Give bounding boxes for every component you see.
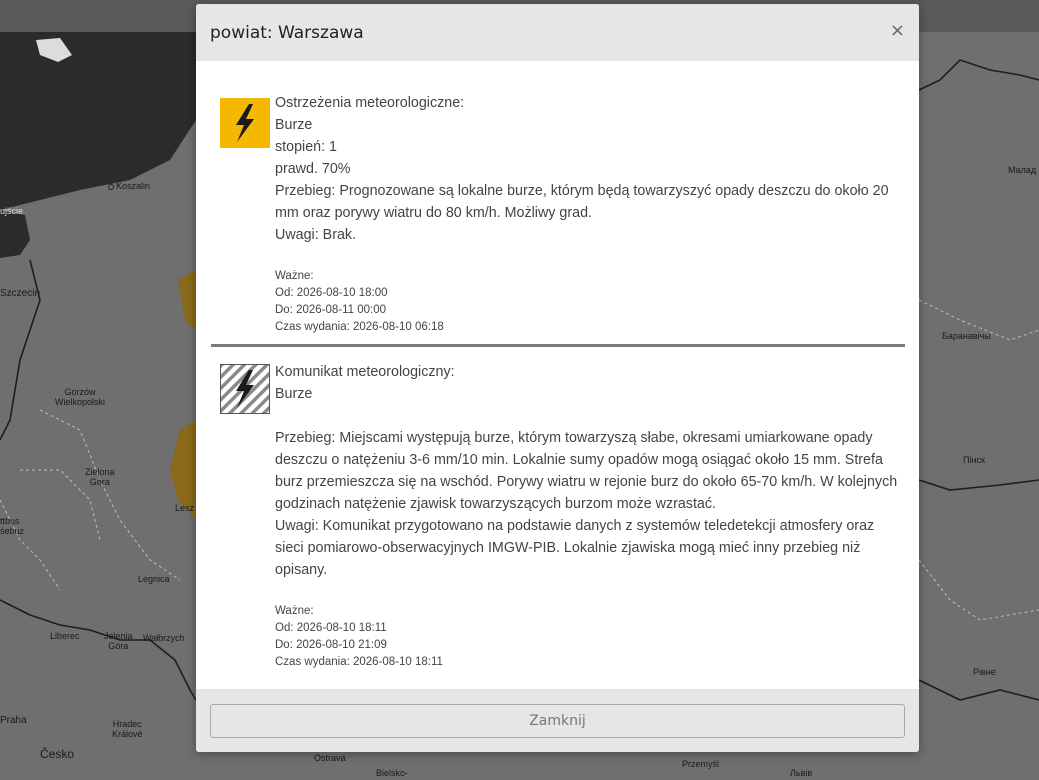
warning-item: Ostrzeżenia meteorologiczne: Burze stopi… [220,92,905,336]
map-label-hradec: Hradec Králové [112,719,143,739]
map-label-leszno: Lesz [175,503,195,513]
warning-text: Komunikat meteorologiczny: Burze Przebie… [275,361,905,581]
modal-title: powiat: Warszawa [210,22,364,43]
map-label-zielona-gora: Zielona Góra [85,467,115,487]
warning-course: Przebieg: Miejscami występują burze, któ… [275,430,898,512]
warning-level: stopień: 1 [275,139,337,155]
map-label-ujscie: ujście [0,206,24,216]
validity-issued: Czas wydania: 2026-08-10 06:18 [275,321,444,333]
warning-type: Ostrzeżenia meteorologiczne: [275,95,465,111]
close-icon[interactable]: × [890,21,905,41]
validity-block: Ważne: Od: 2026-08-10 18:00 Do: 2026-08-… [275,268,905,336]
map-label-liberec: Liberec [50,631,80,641]
separator [211,344,905,347]
warning-probability: prawd. 70% [275,161,351,177]
lightning-icon [220,364,270,414]
map-label-lviv: Львів [790,768,813,778]
validity-to: Do: 2026-08-11 00:00 [275,304,387,316]
close-button[interactable]: Zamknij [210,704,905,738]
map-label-pinsk: Пінск [963,455,985,465]
map-label-przemysl: Przemyśl [682,759,720,769]
map-label-bielsko: Bielsko- [376,768,409,778]
map-label-szczecin: Szczecin [0,288,41,299]
map-label-ostrava: Ostrava [314,753,346,763]
warning-item: Komunikat meteorologiczny: Burze Przebie… [220,361,905,671]
map-label-rivne: Рівне [973,667,996,677]
map-label-cottbus: ttbus śebuz [0,516,25,536]
map-label-koszalin: Koszalin [108,181,150,191]
map-label-praha: Praha [0,715,27,726]
validity-to: Do: 2026-08-10 21:09 [275,639,387,651]
map-label-baranavichy: Баранавічы [942,331,991,341]
validity-issued: Czas wydania: 2026-08-10 18:11 [275,656,443,668]
warning-phenomenon: Burze [275,117,313,133]
warning-text: Ostrzeżenia meteorologiczne: Burze stopi… [275,92,905,246]
validity-from: Od: 2026-08-10 18:11 [275,622,387,634]
warning-remarks: Uwagi: Brak. [275,227,357,243]
warning-phenomenon: Burze [275,386,313,402]
validity-heading: Ważne: [275,605,314,617]
modal-footer: Zamknij [196,689,919,752]
validity-from: Od: 2026-08-10 18:00 [275,287,388,299]
map-label-malad: Малад [1008,165,1037,175]
lightning-icon [220,98,270,148]
warning-modal: powiat: Warszawa × Ostrzeżenia meteorolo… [196,4,919,752]
modal-body[interactable]: Ostrzeżenia meteorologiczne: Burze stopi… [196,61,919,689]
modal-header: powiat: Warszawa × [196,4,919,61]
map-label-gorzow: Gorzów Wielkopolski [55,387,106,407]
map-label-legnica: Legnica [138,574,170,584]
map-label-cesko: Česko [40,747,75,761]
warning-type: Komunikat meteorologiczny: [275,364,455,380]
map-label-walbrzych: Wałbrzych [143,633,185,643]
validity-heading: Ważne: [275,270,314,282]
validity-block: Ważne: Od: 2026-08-10 18:11 Do: 2026-08-… [275,603,905,671]
map-label-jelenia-gora: Jelenia Góra [104,631,133,651]
warning-course: Przebieg: Prognozowane są lokalne burze,… [275,183,889,221]
warning-remarks: Uwagi: Komunikat przygotowano na podstaw… [275,518,875,578]
